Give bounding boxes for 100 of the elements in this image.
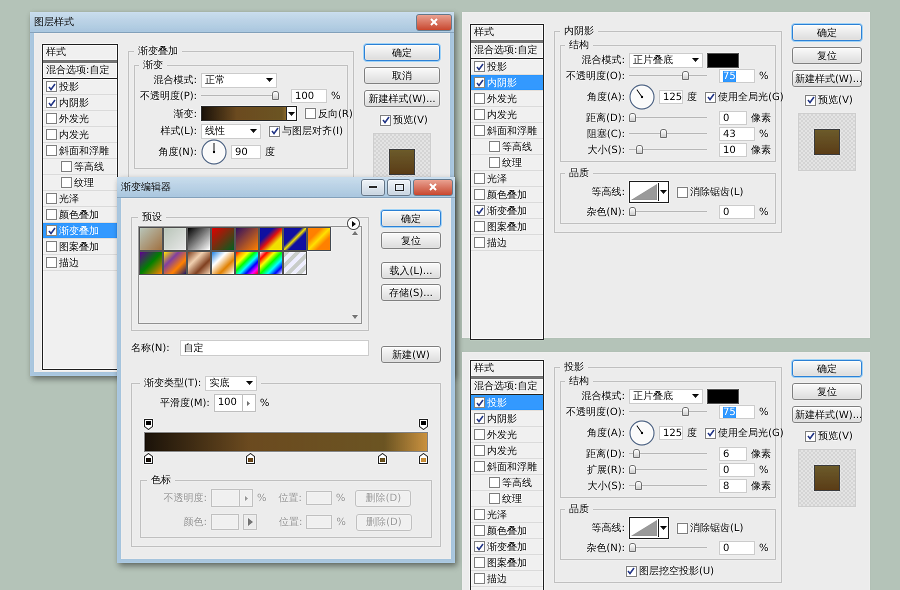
dialog-button[interactable]: 复位 bbox=[792, 383, 862, 400]
checkbox[interactable] bbox=[474, 189, 485, 200]
style-list-item[interactable]: 外发光 bbox=[43, 111, 117, 127]
style-list-item[interactable]: 图案叠加 bbox=[471, 219, 543, 235]
checkbox[interactable] bbox=[489, 493, 500, 504]
slider-thumb[interactable] bbox=[636, 145, 644, 154]
dropdown[interactable]: 线性 bbox=[201, 124, 262, 138]
checkbox[interactable] bbox=[489, 141, 500, 152]
dialog-button[interactable]: 取消 bbox=[364, 67, 440, 84]
preset-swatch[interactable] bbox=[211, 251, 235, 275]
style-list-item[interactable]: 内阴影 bbox=[43, 95, 117, 111]
checkbox[interactable] bbox=[705, 428, 716, 438]
dialog-button[interactable]: 复位 bbox=[381, 232, 441, 249]
dialog-button[interactable]: 新建样式(W)... bbox=[792, 406, 862, 423]
style-list-item[interactable]: 等高线 bbox=[471, 475, 543, 491]
style-list-item[interactable]: 斜面和浮雕 bbox=[43, 143, 117, 159]
checkbox[interactable] bbox=[474, 125, 485, 136]
checkbox[interactable] bbox=[46, 257, 57, 268]
close-button[interactable] bbox=[416, 14, 452, 30]
checkbox[interactable] bbox=[474, 461, 485, 472]
style-list-item[interactable]: 光泽 bbox=[471, 507, 543, 523]
preset-swatch[interactable] bbox=[139, 227, 163, 251]
value-field[interactable]: 0 bbox=[719, 541, 755, 555]
checkbox[interactable] bbox=[474, 397, 485, 408]
style-list-item[interactable]: 等高线 bbox=[43, 159, 117, 175]
dialog-button[interactable]: 载入(L)... bbox=[381, 262, 441, 279]
gradient-preview[interactable] bbox=[201, 106, 297, 121]
preset-swatch[interactable] bbox=[187, 227, 211, 251]
checkbox[interactable] bbox=[61, 177, 72, 188]
style-list-item[interactable]: 内发光 bbox=[471, 443, 543, 459]
style-list-item[interactable]: 光泽 bbox=[471, 171, 543, 187]
value-field[interactable]: 0 bbox=[719, 205, 755, 219]
angle-field[interactable]: 125 bbox=[659, 90, 684, 104]
slider-thumb[interactable] bbox=[629, 113, 636, 122]
value-field[interactable]: 8 bbox=[719, 479, 747, 493]
checkbox[interactable] bbox=[474, 61, 485, 72]
preset-swatch[interactable] bbox=[235, 251, 259, 275]
style-list-item[interactable]: 描边 bbox=[471, 235, 543, 251]
preset-swatch[interactable] bbox=[307, 227, 331, 251]
preset-swatch[interactable] bbox=[259, 227, 283, 251]
slider-thumb[interactable] bbox=[633, 449, 640, 458]
checkbox[interactable] bbox=[677, 186, 688, 198]
style-list-item[interactable]: 外发光 bbox=[471, 91, 543, 107]
style-list-item[interactable]: 斜面和浮雕 bbox=[471, 459, 543, 475]
checkbox[interactable] bbox=[46, 97, 57, 108]
checkbox[interactable] bbox=[474, 429, 485, 440]
style-list-item[interactable]: 纹理 bbox=[43, 175, 117, 191]
color-stop-icon[interactable] bbox=[419, 419, 428, 430]
preset-swatch[interactable] bbox=[259, 251, 283, 275]
value-field[interactable]: 6 bbox=[719, 447, 747, 461]
preset-swatch[interactable] bbox=[139, 251, 163, 275]
checkbox[interactable] bbox=[474, 509, 485, 520]
name-field[interactable]: 自定 bbox=[180, 340, 369, 356]
dialog-button[interactable]: 新建样式(W)... bbox=[364, 90, 440, 107]
blend-options-item[interactable]: 混合选项:自定 bbox=[43, 63, 117, 79]
value-field[interactable]: 43 bbox=[719, 127, 755, 141]
slider-thumb[interactable] bbox=[629, 465, 636, 474]
gradient-bar[interactable] bbox=[144, 432, 428, 452]
style-list-item[interactable]: 描边 bbox=[43, 255, 117, 271]
style-list-item[interactable]: 内发光 bbox=[471, 107, 543, 123]
checkbox[interactable] bbox=[474, 109, 485, 120]
checkbox[interactable] bbox=[46, 129, 57, 140]
style-list-item[interactable]: 图案叠加 bbox=[471, 555, 543, 571]
dialog-button[interactable]: 确定 bbox=[792, 360, 862, 377]
checkbox[interactable] bbox=[474, 221, 485, 232]
value-field[interactable]: 10 bbox=[719, 143, 747, 157]
color-swatch[interactable] bbox=[707, 52, 739, 68]
checkbox[interactable] bbox=[474, 541, 485, 552]
style-list-item[interactable]: 颜色叠加 bbox=[471, 187, 543, 203]
stepper-arrow-icon[interactable] bbox=[247, 400, 250, 406]
checkbox[interactable] bbox=[269, 126, 280, 136]
slider-thumb[interactable] bbox=[272, 91, 279, 100]
slider-thumb[interactable] bbox=[682, 407, 690, 416]
new-button[interactable]: 新建(W) bbox=[381, 346, 441, 363]
checkbox[interactable] bbox=[474, 173, 485, 184]
checkbox[interactable] bbox=[805, 94, 816, 106]
style-list-item[interactable]: 描边 bbox=[471, 571, 543, 587]
dialog-button[interactable]: 复位 bbox=[792, 47, 862, 64]
minimize-button[interactable] bbox=[361, 178, 385, 196]
angle-dial[interactable] bbox=[201, 139, 227, 165]
angle-dial[interactable] bbox=[629, 420, 655, 446]
checkbox[interactable] bbox=[626, 566, 637, 576]
style-list-item[interactable]: 内阴影 bbox=[471, 411, 543, 427]
style-list-item[interactable]: 图案叠加 bbox=[43, 239, 117, 255]
value-field[interactable]: 0 bbox=[719, 463, 755, 477]
slider-thumb[interactable] bbox=[629, 207, 636, 216]
color-swatch[interactable] bbox=[707, 388, 739, 404]
contour-picker[interactable] bbox=[629, 517, 669, 539]
style-list-item[interactable]: 内发光 bbox=[43, 127, 117, 143]
color-stop-icon[interactable] bbox=[378, 453, 387, 464]
style-list-item[interactable]: 投影 bbox=[43, 79, 117, 95]
scroll-down-icon[interactable] bbox=[352, 315, 358, 319]
dropdown[interactable]: 实底 bbox=[205, 376, 258, 390]
checkbox[interactable] bbox=[805, 430, 816, 442]
dialog-button[interactable]: 存储(S)... bbox=[381, 284, 441, 301]
angle-field[interactable]: 125 bbox=[659, 426, 684, 440]
checkbox[interactable] bbox=[474, 413, 485, 424]
dialog-button[interactable]: 新建样式(W)... bbox=[792, 70, 862, 87]
dialog-button[interactable]: 确定 bbox=[364, 44, 440, 61]
style-list-item[interactable]: 颜色叠加 bbox=[471, 523, 543, 539]
